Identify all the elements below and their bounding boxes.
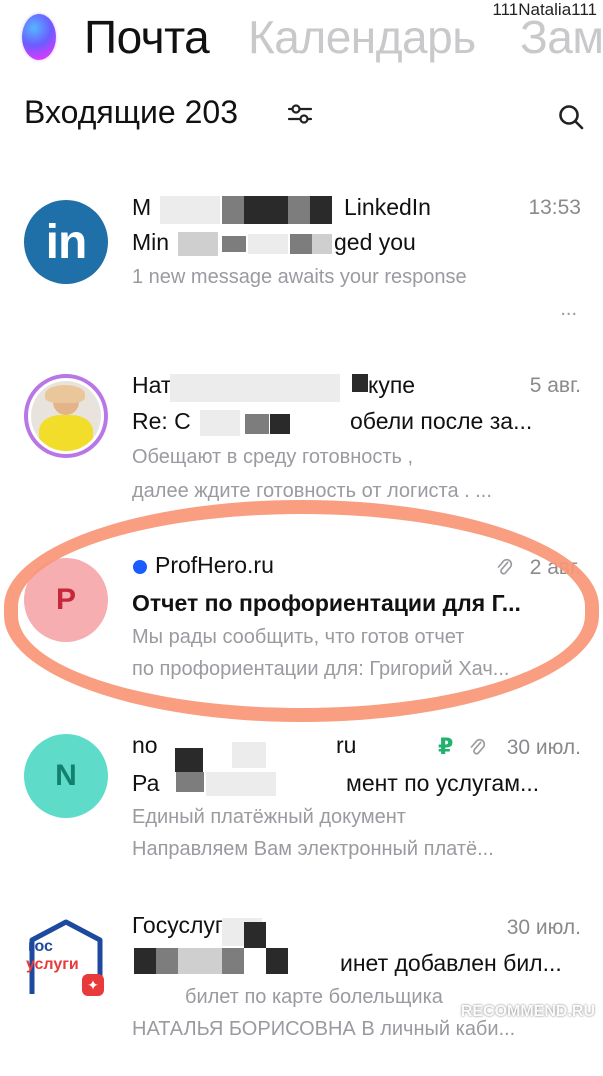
avatar-letter: N (55, 759, 77, 792)
filter-icon[interactable] (286, 100, 314, 128)
sender: no (132, 732, 158, 758)
subject-end: обели после за... (350, 408, 533, 434)
time: 13:53 (528, 196, 581, 219)
redaction (270, 414, 290, 434)
sender-name-end: ru (336, 732, 357, 758)
redaction (312, 234, 332, 254)
message-gosuslugi[interactable]: гос услуги ✦ Госуслуги 30 июл. инет доба… (0, 906, 603, 1076)
sender: Госуслуги (132, 912, 237, 938)
top-tab-bar: Почта Календарь Зам (0, 8, 603, 68)
redaction (178, 232, 218, 256)
gosuslugi-logo-icon: гос услуги ✦ (24, 914, 108, 1004)
linkedin-icon: in (45, 215, 88, 269)
redaction (222, 948, 244, 974)
time: 30 июл. (506, 736, 581, 759)
gosuslugi-logo-line1: гос (28, 938, 53, 955)
redaction (222, 196, 244, 224)
sender-name-end: купе (368, 372, 416, 398)
preview-line-2: НАТАЛЬЯ БОРИСОВНА В личный каби... (132, 1018, 516, 1040)
folder-title: Входящие 203 (24, 94, 238, 130)
gosuslugi-logo-line2: услуги (26, 956, 79, 973)
redaction (352, 374, 368, 392)
preview-line-1: 1 new message awaits your response (132, 266, 467, 288)
redaction (222, 236, 246, 252)
message-payment[interactable]: N no ru ₽ 30 июл. Ра мент по услугам... … (0, 728, 603, 898)
sender: M (132, 194, 152, 220)
search-icon[interactable] (556, 102, 586, 132)
preview-line-2: далее ждите готовность от логиста . ... (132, 480, 492, 502)
redaction (175, 748, 203, 772)
message-linkedin[interactable]: in M LinkedIn 13:53 Min ged you 1 new me… (0, 186, 603, 356)
preview-line-2: Направляем Вам электронный платё... (132, 838, 494, 860)
redaction (178, 948, 222, 974)
redaction (288, 196, 310, 224)
redaction (245, 414, 269, 434)
redaction (176, 772, 204, 792)
site-watermark: RECOMMEND.RU (460, 1003, 595, 1020)
photo-hair (45, 385, 85, 403)
redaction (266, 948, 288, 974)
avatar: in (24, 200, 108, 284)
redaction (232, 742, 266, 768)
redaction (170, 374, 340, 402)
redaction (156, 948, 178, 974)
preview-line-1: Единый платёжный документ (132, 806, 406, 828)
avatar: N (24, 734, 108, 818)
coat-of-arms-icon: ✦ (82, 974, 104, 996)
time: 5 авг. (529, 374, 581, 397)
redaction (244, 196, 288, 224)
tab-calendar[interactable]: Календарь (248, 10, 476, 64)
preview-line-1: Обещают в среду готовность , (132, 446, 414, 468)
highlight-marker (4, 500, 599, 722)
app-logo-icon[interactable] (22, 14, 56, 60)
tab-mail[interactable]: Почта (84, 10, 210, 64)
user-photo-icon (31, 381, 101, 451)
redaction (248, 234, 288, 254)
redaction (290, 234, 312, 254)
redaction (206, 772, 276, 796)
avatar-photo (24, 374, 108, 458)
subject-end: инет добавлен бил... (340, 950, 562, 976)
sender-name-end: LinkedIn (344, 194, 431, 220)
redaction (134, 948, 156, 974)
ruble-icon: ₽ (438, 734, 454, 759)
redaction (160, 196, 220, 224)
redaction (310, 196, 332, 224)
sender: Нат (132, 372, 172, 398)
tab-notes[interactable]: Зам (520, 10, 603, 64)
subject-end: мент по услугам... (346, 770, 540, 796)
redaction (244, 922, 266, 948)
preview-line-2: ... (560, 298, 577, 320)
time: 30 июл. (506, 916, 581, 939)
photo-shirt (39, 415, 93, 451)
attachment-icon (470, 738, 486, 755)
redaction (200, 410, 240, 436)
subject-end: ged you (334, 229, 416, 255)
